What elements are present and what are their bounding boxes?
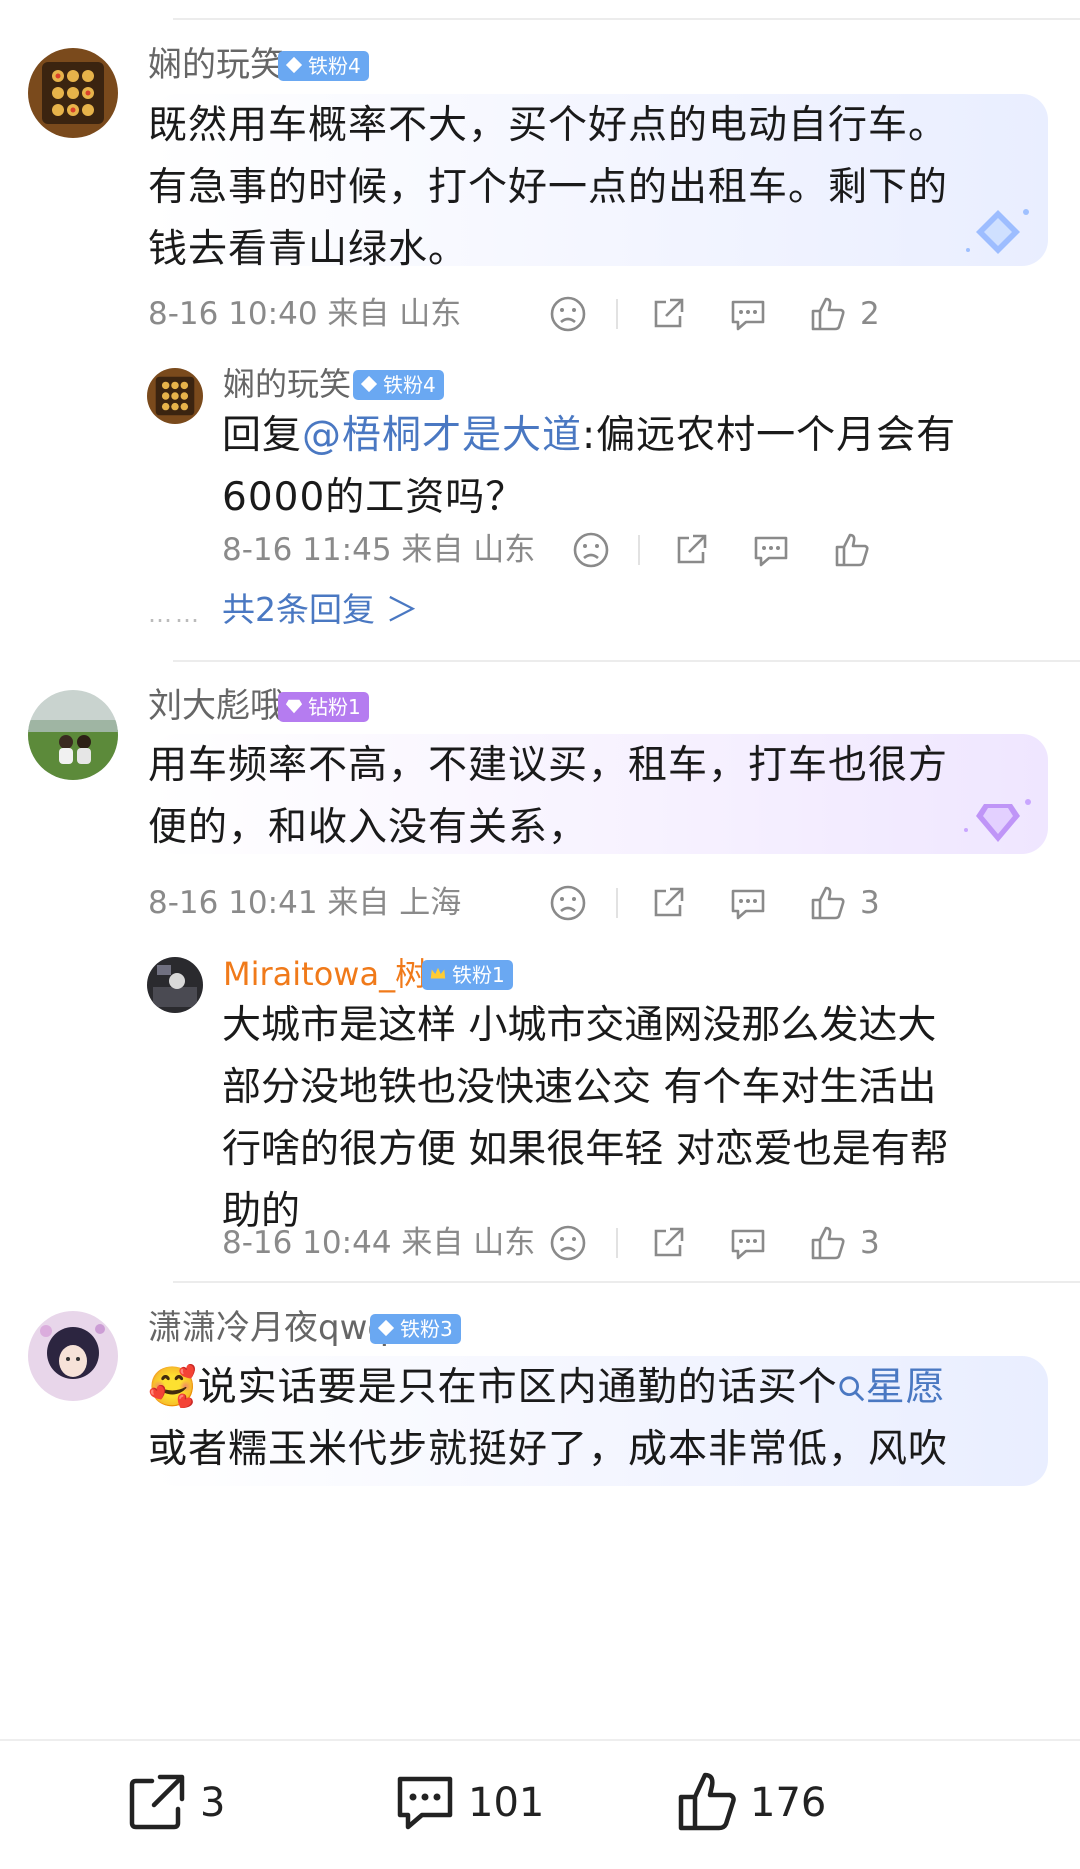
avatar[interactable]: [28, 48, 118, 138]
more-dots: ……: [148, 600, 202, 628]
share-icon[interactable]: [671, 530, 711, 570]
reply-text: 回复@梧桐才是大道:偏远农村一个月会有 6000的工资吗？: [222, 413, 957, 520]
fan-badge: 铁粉4: [278, 51, 369, 81]
share-icon[interactable]: [648, 294, 688, 334]
diamond-icon: [377, 1319, 395, 1337]
badge-label: 铁粉4: [383, 373, 436, 397]
like-icon[interactable]: [808, 294, 848, 334]
reply-meta: 8-16 10:44 来自 山东: [222, 1225, 536, 1261]
badge-label: 铁粉1: [452, 963, 505, 987]
comment-text: 🥰说实话要是只在市区内通勤的话买个 星愿 或者糯玉米代步就挺好了，成本非常低，风吹: [148, 1365, 949, 1472]
divider: [173, 660, 1080, 662]
divider: [173, 1281, 1080, 1283]
bottom-action-bar: 3 101 176: [0, 1739, 1080, 1869]
diamond-icon: [285, 699, 303, 714]
comment-icon[interactable]: [751, 530, 791, 570]
separator: [616, 299, 618, 329]
share-icon[interactable]: [648, 883, 688, 923]
diamond-icon: [360, 375, 378, 393]
username[interactable]: 娴的玩笑: [223, 364, 351, 404]
comment-meta: 8-16 10:41 来自 上海: [148, 885, 462, 921]
avatar[interactable]: [28, 690, 118, 780]
fan-badge: 铁粉1: [422, 960, 513, 990]
badge-label: 铁粉3: [400, 1317, 453, 1341]
topic-link[interactable]: 星愿: [838, 1365, 946, 1410]
divider: [173, 18, 1080, 20]
fan-badge: 铁粉4: [353, 370, 444, 400]
like-icon[interactable]: [808, 883, 848, 923]
diamond-decoration-icon: [964, 799, 1031, 842]
comment-meta: 8-16 10:40 来自 山东: [148, 296, 462, 332]
like-icon[interactable]: [675, 1769, 741, 1835]
diamond-decoration-icon: [966, 209, 1029, 254]
crown-icon: [430, 967, 446, 979]
dislike-icon[interactable]: [548, 1223, 588, 1263]
avatar[interactable]: [147, 957, 203, 1013]
dislike-icon[interactable]: [548, 883, 588, 923]
username[interactable]: 娴的玩笑: [148, 45, 284, 85]
like-count: 176: [750, 1780, 827, 1826]
like-icon[interactable]: [832, 530, 872, 570]
repost-icon[interactable]: [124, 1769, 190, 1835]
reply-meta: 8-16 11:45 来自 山东: [222, 532, 536, 568]
comment-icon[interactable]: [728, 294, 768, 334]
like-count: 3: [860, 1225, 880, 1261]
comment-count: 101: [468, 1780, 545, 1826]
like-count: 2: [860, 296, 880, 332]
repost-count: 3: [200, 1780, 226, 1826]
mention-link[interactable]: @梧桐才是大道: [302, 413, 582, 458]
diamond-icon: [285, 56, 303, 74]
emoji: 🥰: [148, 1365, 198, 1410]
share-icon[interactable]: [648, 1223, 688, 1263]
comment-icon[interactable]: [728, 1223, 768, 1263]
comment-icon[interactable]: [392, 1769, 458, 1835]
dislike-icon[interactable]: [571, 530, 611, 570]
like-count: 3: [860, 885, 880, 921]
username[interactable]: 潇潇冷月夜qwq: [148, 1308, 389, 1348]
badge-label: 钻粉1: [308, 695, 361, 719]
avatar[interactable]: [28, 1311, 118, 1401]
separator: [616, 1228, 618, 1258]
fan-badge: 铁粉3: [370, 1314, 461, 1344]
like-icon[interactable]: [808, 1223, 848, 1263]
separator: [616, 888, 618, 918]
separator: [638, 535, 640, 565]
search-icon: [838, 1376, 864, 1402]
comment-icon[interactable]: [728, 883, 768, 923]
comment-text: 用车频率不高，不建议买，租车，打车也很方 便的，和收入没有关系，: [148, 743, 949, 850]
badge-label: 铁粉4: [308, 54, 361, 78]
username[interactable]: Miraitowa_树: [223, 954, 427, 994]
username[interactable]: 刘大彪哦: [148, 686, 284, 726]
comment-text: 既然用车概率不大，买个好点的电动自行车。 有急事的时候，打个好一点的出租车。剩下的…: [148, 103, 949, 272]
dislike-icon[interactable]: [548, 294, 588, 334]
avatar[interactable]: [147, 368, 203, 424]
view-replies-link[interactable]: 共2条回复 ＞: [222, 590, 419, 630]
fan-badge: 钻粉1: [278, 692, 369, 722]
reply-text: 大城市是这样 小城市交通网没那么发达大 部分没地铁也没快速公交 有个车对生活出 行…: [222, 1003, 949, 1234]
